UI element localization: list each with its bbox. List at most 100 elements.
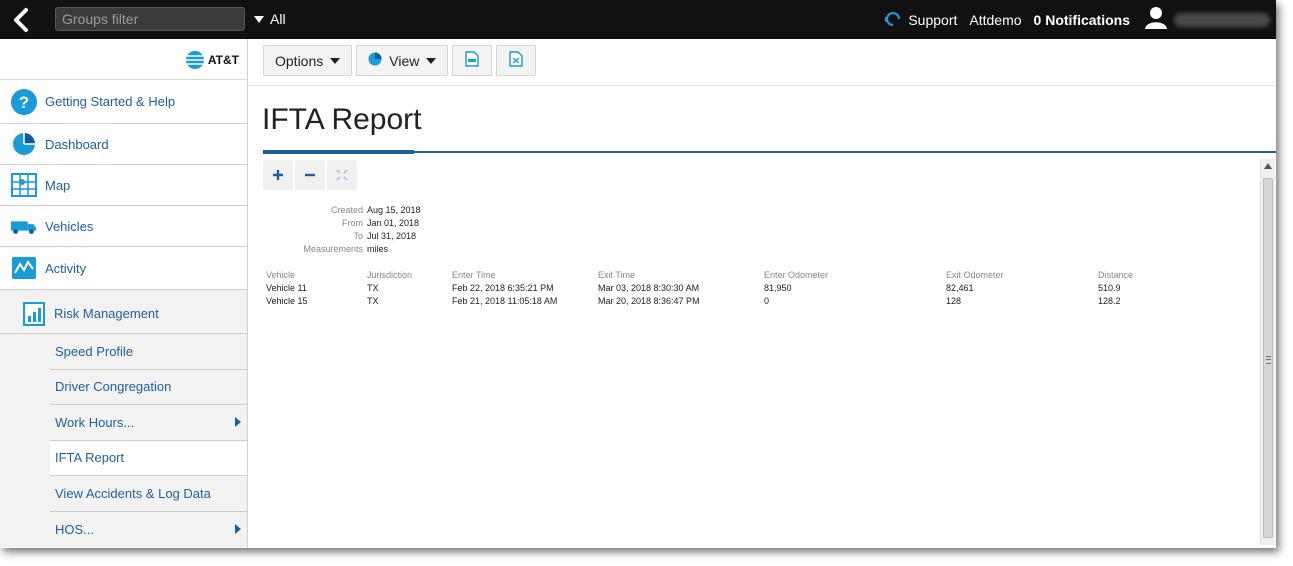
sidebar-item-ifta-report[interactable]: IFTA Report — [50, 440, 247, 476]
meta-key: Created — [330, 205, 363, 215]
activity-icon — [11, 255, 37, 281]
sidebar-item-label: Driver Congregation — [55, 379, 172, 395]
grip-icon — [1266, 356, 1271, 364]
table-cell: Mar 03, 2018 8:30:30 AM — [598, 283, 700, 293]
table-cell: 82,461 — [946, 283, 974, 293]
sidebar-item-activity[interactable]: Activity — [0, 247, 247, 290]
scroll-up-icon[interactable] — [1264, 163, 1272, 169]
user-avatar-icon — [1144, 5, 1168, 34]
sidebar-item-getting-started[interactable]: ? Getting Started & Help — [0, 80, 247, 124]
meta-key: Measurements — [303, 244, 363, 254]
meta-value: Jul 31, 2018 — [367, 231, 417, 241]
export-pdf-button[interactable] — [452, 45, 493, 76]
export-excel-button[interactable] — [496, 45, 537, 76]
sidebar-item-speed-profile[interactable]: Speed Profile — [50, 334, 247, 370]
sidebar-item-vehicles[interactable]: Vehicles — [0, 206, 247, 247]
caret-down-icon — [330, 57, 341, 64]
sidebar-item-map[interactable]: Map — [0, 165, 247, 206]
meta-value: miles — [367, 244, 389, 254]
sidebar-item-label: Risk Management — [54, 306, 159, 321]
chevron-right-icon — [235, 417, 241, 428]
notifications-link[interactable]: 0 Notifications — [1034, 12, 1130, 28]
username-redacted — [1174, 12, 1270, 27]
help-icon: ? — [11, 88, 37, 115]
sidebar-item-view-accidents[interactable]: View Accidents & Log Data — [50, 476, 247, 512]
page-title: IFTA Report — [262, 103, 422, 136]
zoom-in-button[interactable] — [263, 160, 293, 190]
column-header: Vehicle — [266, 270, 296, 280]
toolbar: Options View — [263, 45, 537, 76]
meta-row: To Jul 31, 2018 — [263, 230, 421, 243]
zoom-controls — [263, 160, 357, 190]
table-cell: 128 — [946, 296, 962, 306]
att-logo: AT&T — [185, 50, 239, 70]
reset-zoom-icon — [336, 169, 348, 181]
main-content: Options View IFTA Report Created Aug 15,… — [248, 39, 1276, 548]
sidebar-item-label: IFTA Report — [55, 450, 125, 466]
vertical-scrollbar[interactable] — [1260, 159, 1275, 545]
headset-icon — [884, 8, 902, 31]
logo-row: AT&T — [0, 39, 247, 80]
column-header: Enter Time — [452, 270, 496, 280]
excel-icon — [509, 51, 524, 70]
sidebar-item-work-hours[interactable]: Work Hours... — [50, 405, 247, 441]
column-header: Distance — [1098, 270, 1134, 280]
groups-filter-input[interactable] — [55, 7, 245, 31]
sidebar-item-driver-congregation[interactable]: Driver Congregation — [50, 370, 247, 405]
zoom-out-button[interactable] — [295, 160, 325, 190]
title-underline — [263, 151, 1276, 153]
options-button[interactable]: Options — [263, 45, 353, 76]
table-cell: TX — [367, 283, 379, 293]
svg-text:?: ? — [19, 93, 29, 112]
user-menu[interactable] — [1144, 5, 1270, 34]
sidebar-item-label: HOS... — [55, 521, 95, 537]
table-cell: 0 — [764, 296, 770, 306]
table-cell: 128.2 — [1098, 296, 1121, 306]
pdf-icon — [465, 51, 480, 70]
column-header: Exit Time — [598, 270, 636, 280]
meta-row: Created Aug 15, 2018 — [263, 204, 421, 217]
sidebar-item-dashboard[interactable]: Dashboard — [0, 124, 247, 165]
table-cell: Feb 22, 2018 6:35:21 PM — [452, 283, 554, 293]
account-link[interactable]: Attdemo — [969, 12, 1021, 28]
view-label: View — [389, 52, 420, 69]
sidebar-item-label: View Accidents & Log Data — [55, 485, 211, 501]
view-button[interactable]: View — [356, 45, 449, 76]
table-cell: 510.9 — [1098, 283, 1121, 293]
bar-chart-icon — [22, 301, 46, 326]
sidebar-item-risk-management[interactable]: Risk Management — [0, 290, 247, 334]
support-label: Support — [908, 11, 958, 28]
caret-down-icon — [254, 15, 264, 23]
sidebar-item-label: Activity — [45, 260, 87, 276]
minus-icon — [305, 173, 315, 177]
table-cell: Mar 20, 2018 8:36:47 PM — [598, 296, 700, 306]
ifta-table: Vehicle Jurisdiction Enter Time Exit Tim… — [266, 269, 1178, 308]
table-cell: Feb 21, 2018 11:05:18 AM — [452, 296, 558, 306]
options-label: Options — [275, 52, 324, 69]
sidebar-item-label: Work Hours... — [55, 414, 135, 430]
report-meta: Created Aug 15, 2018 From Jan 01, 2018 T… — [263, 204, 421, 256]
sidebar-item-hos[interactable]: HOS... — [50, 512, 247, 548]
table-cell: 81,950 — [764, 283, 792, 293]
report-viewer: Created Aug 15, 2018 From Jan 01, 2018 T… — [263, 157, 1258, 547]
groups-all-label: All — [270, 11, 286, 27]
pie-chart-icon — [11, 131, 37, 157]
globe-icon — [185, 51, 204, 69]
plus-icon — [273, 170, 283, 180]
meta-value: Jan 01, 2018 — [367, 218, 420, 228]
groups-all-dropdown[interactable]: All — [254, 11, 286, 27]
back-icon[interactable] — [8, 6, 36, 34]
table-header-row: Vehicle Jurisdiction Enter Time Exit Tim… — [266, 269, 1178, 282]
map-icon — [11, 172, 37, 198]
sidebar-item-label: Speed Profile — [55, 343, 134, 359]
sidebar-item-label: Map — [45, 177, 71, 193]
table-cell: Vehicle 11 — [266, 283, 307, 293]
zoom-reset-button[interactable] — [327, 160, 357, 190]
scrollbar-thumb[interactable] — [1263, 178, 1273, 538]
sidebar: AT&T ? Getting Started & Help Dashboard … — [0, 39, 248, 548]
table-row: Vehicle 11 TX Feb 22, 2018 6:35:21 PM Ma… — [266, 282, 1178, 295]
support-link[interactable]: Support — [884, 8, 957, 31]
meta-key: From — [342, 218, 363, 228]
table-cell: Vehicle 15 — [266, 296, 308, 306]
caret-down-icon — [426, 57, 437, 64]
